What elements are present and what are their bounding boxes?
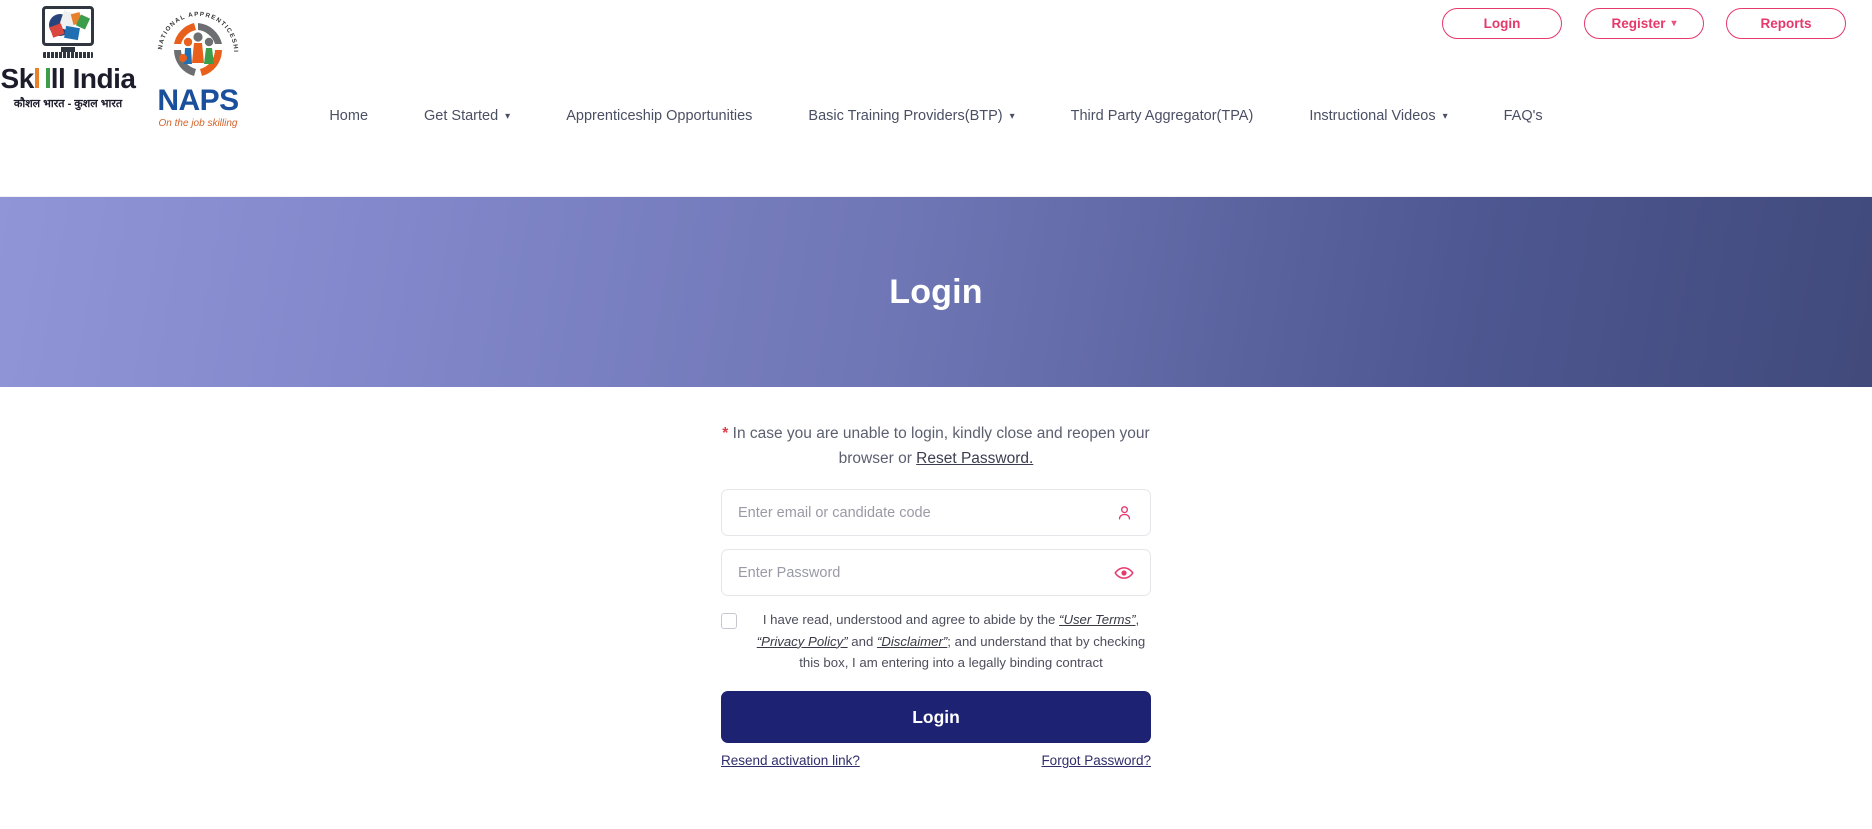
skill-india-logo[interactable]: Sk ll India कौशल भारत - कुशल भारत [1, 6, 136, 111]
nav-label: Get Started [424, 108, 499, 124]
skill-india-wordmark: Sk ll India [0, 63, 136, 94]
header-actions: Login Register ▾ Reports [1442, 8, 1846, 39]
terms-agreement: I have read, understood and agree to abi… [721, 609, 1151, 673]
reports-button[interactable]: Reports [1726, 8, 1846, 39]
nav-item-basic-training-providers[interactable]: Basic Training Providers(BTP) ▾ [780, 102, 1042, 130]
login-form: * In case you are unable to login, kindl… [721, 421, 1151, 768]
eye-icon[interactable] [1114, 563, 1134, 583]
nav-label: Home [329, 108, 369, 124]
nav-label: Instructional Videos [1309, 108, 1436, 124]
chevron-down-icon: ▾ [1009, 110, 1015, 122]
page-banner: Login [0, 197, 1872, 387]
user-terms-link[interactable]: “User Terms” [1059, 612, 1135, 627]
chevron-down-icon: ▾ [505, 110, 511, 122]
terms-checkbox[interactable] [721, 613, 737, 630]
login-page: Sk ll India कौशल भारत - कुशल भारत NATIONA… [0, 0, 1872, 829]
login-button[interactable]: Login [1442, 8, 1562, 39]
email-field-wrapper[interactable] [721, 489, 1151, 537]
terms-part-3: and [847, 633, 877, 649]
reports-button-label: Reports [1760, 16, 1812, 31]
privacy-policy-link[interactable]: “Privacy Policy” [757, 634, 848, 649]
main-navigation: Home Get Started ▾ Apprenticeship Opport… [0, 102, 1872, 130]
nav-item-faqs[interactable]: FAQ's [1476, 102, 1571, 130]
password-input[interactable] [722, 550, 1150, 596]
chevron-down-icon: ▾ [1671, 18, 1677, 29]
nav-label: FAQ's [1503, 108, 1543, 124]
password-field-wrapper[interactable] [721, 549, 1151, 597]
reset-password-link[interactable]: Reset Password. [916, 450, 1033, 467]
nav-item-instructional-videos[interactable]: Instructional Videos ▾ [1281, 102, 1475, 130]
email-input[interactable] [722, 490, 1150, 536]
nav-item-third-party-aggregator[interactable]: Third Party Aggregator(TPA) [1043, 102, 1282, 130]
terms-text: I have read, understood and agree to abi… [751, 609, 1151, 673]
register-button-label: Register [1611, 16, 1666, 31]
forgot-password-link[interactable]: Forgot Password? [1041, 753, 1151, 768]
resend-activation-link[interactable]: Resend activation link? [721, 753, 860, 768]
page-title: Login [889, 272, 983, 311]
login-notice: * In case you are unable to login, kindl… [721, 421, 1151, 471]
nav-label: Basic Training Providers(BTP) [808, 108, 1003, 124]
terms-part-1: I have read, understood and agree to abi… [762, 612, 1060, 628]
terms-part-2: , [1135, 612, 1140, 628]
naps-emblem-icon: NATIONAL APPRENTICESHIP PROMOTION SCHEME [149, 1, 244, 88]
submit-login-button[interactable]: Login [721, 691, 1151, 744]
nav-item-apprenticeship-opportunities[interactable]: Apprenticeship Opportunities [538, 102, 780, 130]
register-button[interactable]: Register ▾ [1584, 8, 1704, 39]
login-button-label: Login [1483, 16, 1521, 31]
nav-label: Third Party Aggregator(TPA) [1070, 108, 1254, 124]
disclaimer-link[interactable]: “Disclaimer” [877, 634, 947, 649]
monitor-icon [39, 6, 97, 60]
nav-label: Apprenticeship Opportunities [566, 108, 753, 124]
nav-item-get-started[interactable]: Get Started ▾ [396, 102, 538, 130]
login-form-section: * In case you are unable to login, kindl… [0, 387, 1872, 768]
nav-item-home[interactable]: Home [301, 102, 396, 130]
site-header: Sk ll India कौशल भारत - कुशल भारत NATIONA… [0, 0, 1872, 197]
form-links: Resend activation link? Forgot Password? [721, 753, 1151, 768]
chevron-down-icon: ▾ [1442, 110, 1448, 122]
user-icon [1114, 503, 1134, 523]
